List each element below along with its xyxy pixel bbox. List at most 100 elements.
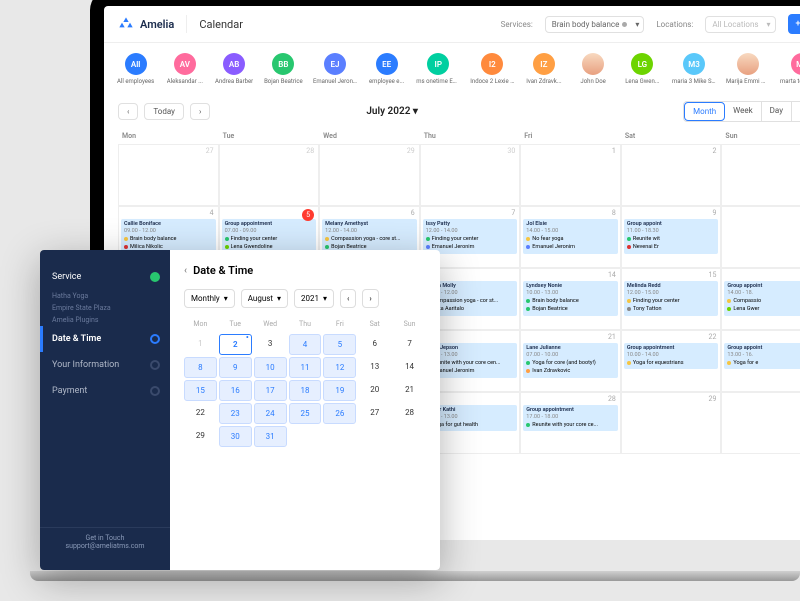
mini-day-cell[interactable]: 11 xyxy=(289,357,322,378)
view-tab-month[interactable]: Month xyxy=(684,102,725,121)
employee-avatar[interactable]: I2Indoce 2 Lexie Erme xyxy=(470,53,514,85)
mini-prev[interactable]: ‹ xyxy=(340,289,356,308)
mini-day-cell[interactable]: 22 xyxy=(184,403,217,424)
calendar-cell[interactable]: 29 xyxy=(621,392,722,454)
mini-day-cell[interactable]: 21 xyxy=(393,380,426,401)
mini-day-cell[interactable]: 27 xyxy=(358,403,391,424)
employee-avatar[interactable]: Marija Emmi Marija Tess xyxy=(726,53,770,85)
employee-avatar[interactable]: MTmarta test Moys Tebroy xyxy=(780,53,800,85)
calendar-event[interactable]: Lane Julianne07.00 - 10.00Yoga for core … xyxy=(523,343,618,378)
calendar-event[interactable]: Group appointment10.00 - 14.00Yoga for e… xyxy=(624,343,719,369)
view-tab-week[interactable]: Week xyxy=(725,102,762,121)
calendar-event[interactable]: Group appoint13.00 - 16.Yoga for e xyxy=(724,343,800,369)
mini-day-cell[interactable]: 5 xyxy=(323,334,356,355)
calendar-cell[interactable]: 8Jol Elsie14.00 - 15.00No fear yogaEmanu… xyxy=(520,206,621,268)
mini-next[interactable]: › xyxy=(362,289,378,308)
mini-day-cell[interactable]: 26 xyxy=(323,403,356,424)
back-icon[interactable]: ‹ xyxy=(184,265,187,276)
mini-day-cell[interactable]: 23 xyxy=(219,403,252,424)
new-button[interactable]: + Ne xyxy=(788,14,800,34)
mini-calendar-head: MonTueWedThuFriSatSun xyxy=(184,318,426,330)
month-select[interactable]: August▾ xyxy=(241,289,288,308)
calendar-cell[interactable]: 16Group appoint14.00 - 18.CompassioLena … xyxy=(721,268,800,330)
mini-day-cell[interactable]: 30 xyxy=(219,426,252,447)
calendar-cell[interactable]: 21Lane Julianne07.00 - 10.00Yoga for cor… xyxy=(520,330,621,392)
mini-day-cell[interactable]: 16 xyxy=(219,380,252,401)
mini-day-cell[interactable]: 1 xyxy=(184,334,217,355)
view-tab-list[interactable]: List xyxy=(792,102,800,121)
mini-day-cell[interactable]: 4 xyxy=(289,334,322,355)
recurrence-select[interactable]: Monthly▾ xyxy=(184,289,235,308)
mini-day-cell[interactable]: 28 xyxy=(393,403,426,424)
calendar-cell[interactable]: 14Lyndsey Nonie10.00 - 13.00Brain body b… xyxy=(520,268,621,330)
mini-day-cell[interactable]: 2 xyxy=(219,334,252,355)
employee-avatar[interactable]: IPms onetime Emily Erne xyxy=(416,53,460,85)
topbar: Amelia Calendar Services: Brain body bal… xyxy=(104,6,800,43)
view-tab-day[interactable]: Day xyxy=(762,102,792,121)
mini-day-cell[interactable]: 19 xyxy=(323,380,356,401)
step-service[interactable]: Service xyxy=(40,264,170,290)
calendar-cell[interactable]: 28 xyxy=(219,144,320,206)
employee-avatar[interactable]: ABAndrea Barber xyxy=(215,53,254,85)
calendar-event[interactable]: Jol Elsie14.00 - 15.00No fear yogaEmanue… xyxy=(523,219,618,254)
calendar-cell[interactable]: 23Group appoint13.00 - 16.Yoga for e xyxy=(721,330,800,392)
step-payment[interactable]: Payment xyxy=(40,378,170,404)
calendar-event[interactable]: Melinda Redd12.00 - 15.00Finding your ce… xyxy=(624,281,719,316)
calendar-cell[interactable]: 1 xyxy=(520,144,621,206)
mini-day-cell[interactable]: 14 xyxy=(393,357,426,378)
mini-day-cell[interactable]: 18 xyxy=(289,380,322,401)
calendar-cell[interactable]: 29 xyxy=(319,144,420,206)
employee-avatar[interactable]: AVAleksandar ... xyxy=(165,53,204,85)
employee-avatar[interactable]: EEemployee e... xyxy=(367,53,406,85)
next-button[interactable]: › xyxy=(190,103,210,120)
calendar-event[interactable]: Group appoint14.00 - 18.CompassioLena Gw… xyxy=(724,281,800,316)
calendar-cell[interactable]: 15Melinda Redd12.00 - 15.00Finding your … xyxy=(621,268,722,330)
mini-day-cell[interactable]: 29 xyxy=(184,426,217,447)
calendar-event[interactable]: Group appointment17.00 - 18.00Reunite wi… xyxy=(523,405,618,431)
mini-day-cell[interactable]: 13 xyxy=(358,357,391,378)
calendar-cell[interactable]: 27 xyxy=(118,144,219,206)
mini-day-cell[interactable]: 24 xyxy=(254,403,287,424)
calendar-cell[interactable]: 3 xyxy=(721,144,800,206)
step-date-&-time[interactable]: Date & Time xyxy=(40,326,170,352)
mini-day-cell[interactable]: 15 xyxy=(184,380,217,401)
mini-day-cell[interactable]: 10 xyxy=(254,357,287,378)
prev-button[interactable]: ‹ xyxy=(118,103,138,120)
employee-avatar[interactable]: BBBojan Beatrice xyxy=(264,53,303,85)
locations-select[interactable]: All Locations xyxy=(705,16,775,33)
mini-day-cell[interactable]: 6 xyxy=(358,334,391,355)
step-your-information[interactable]: Your Information xyxy=(40,352,170,378)
calendar-cell[interactable]: 28Group appointment17.00 - 18.00Reunite … xyxy=(520,392,621,454)
today-button[interactable]: Today xyxy=(144,103,184,120)
calendar-cell[interactable]: 22Group appointment10.00 - 14.00Yoga for… xyxy=(621,330,722,392)
employee-avatar[interactable]: John Doe xyxy=(574,53,613,85)
calendar-cell[interactable]: 2 xyxy=(621,144,722,206)
month-label[interactable]: July 2022 ▾ xyxy=(366,106,418,117)
employee-avatar[interactable]: LGLena Gwen... xyxy=(623,53,662,85)
calendar-cell[interactable]: 30 xyxy=(420,144,521,206)
calendar-event[interactable]: Lyndsey Nonie10.00 - 13.00Brain body bal… xyxy=(523,281,618,316)
services-select[interactable]: Brain body balance xyxy=(545,16,645,33)
mini-day-cell[interactable]: 12 xyxy=(323,357,356,378)
mini-day-cell[interactable]: 20 xyxy=(358,380,391,401)
calendar-event[interactable]: Issy Patty12.00 - 14.00Finding your cent… xyxy=(423,219,518,254)
mini-day-cell[interactable]: 17 xyxy=(254,380,287,401)
calendar-cell[interactable]: 9Group appoint11.00 - 18.30Reunite witNe… xyxy=(621,206,722,268)
mini-day-cell[interactable]: 9 xyxy=(219,357,252,378)
mini-day-cell[interactable]: 25 xyxy=(289,403,322,424)
calendar-cell[interactable] xyxy=(721,206,800,268)
mini-day-cell[interactable]: 3 xyxy=(254,334,287,355)
calendar-event[interactable]: Callie Boniface09.00 - 12.00Brain body b… xyxy=(121,219,216,254)
calendar-event[interactable]: Group appointment07.00 - 09.00Finding yo… xyxy=(222,219,317,254)
mini-day-cell[interactable]: 31 xyxy=(254,426,287,447)
calendar-event[interactable]: Group appoint11.00 - 18.30Reunite witNev… xyxy=(624,219,719,254)
employee-avatar[interactable]: AllAll employees xyxy=(116,53,155,85)
employee-avatar[interactable]: IZIvan Zdravk... xyxy=(524,53,563,85)
year-select[interactable]: 2021▾ xyxy=(294,289,334,308)
mini-day-cell[interactable]: 7 xyxy=(393,334,426,355)
employee-avatar[interactable]: M3maria 3 Mike Sober xyxy=(672,53,716,85)
employee-avatar[interactable]: EJEmanuel Jeronim xyxy=(313,53,357,85)
mini-day-cell[interactable]: 8 xyxy=(184,357,217,378)
contact-email[interactable]: support@ameliatms.com xyxy=(46,542,164,550)
calendar-cell[interactable]: 30 xyxy=(721,392,800,454)
